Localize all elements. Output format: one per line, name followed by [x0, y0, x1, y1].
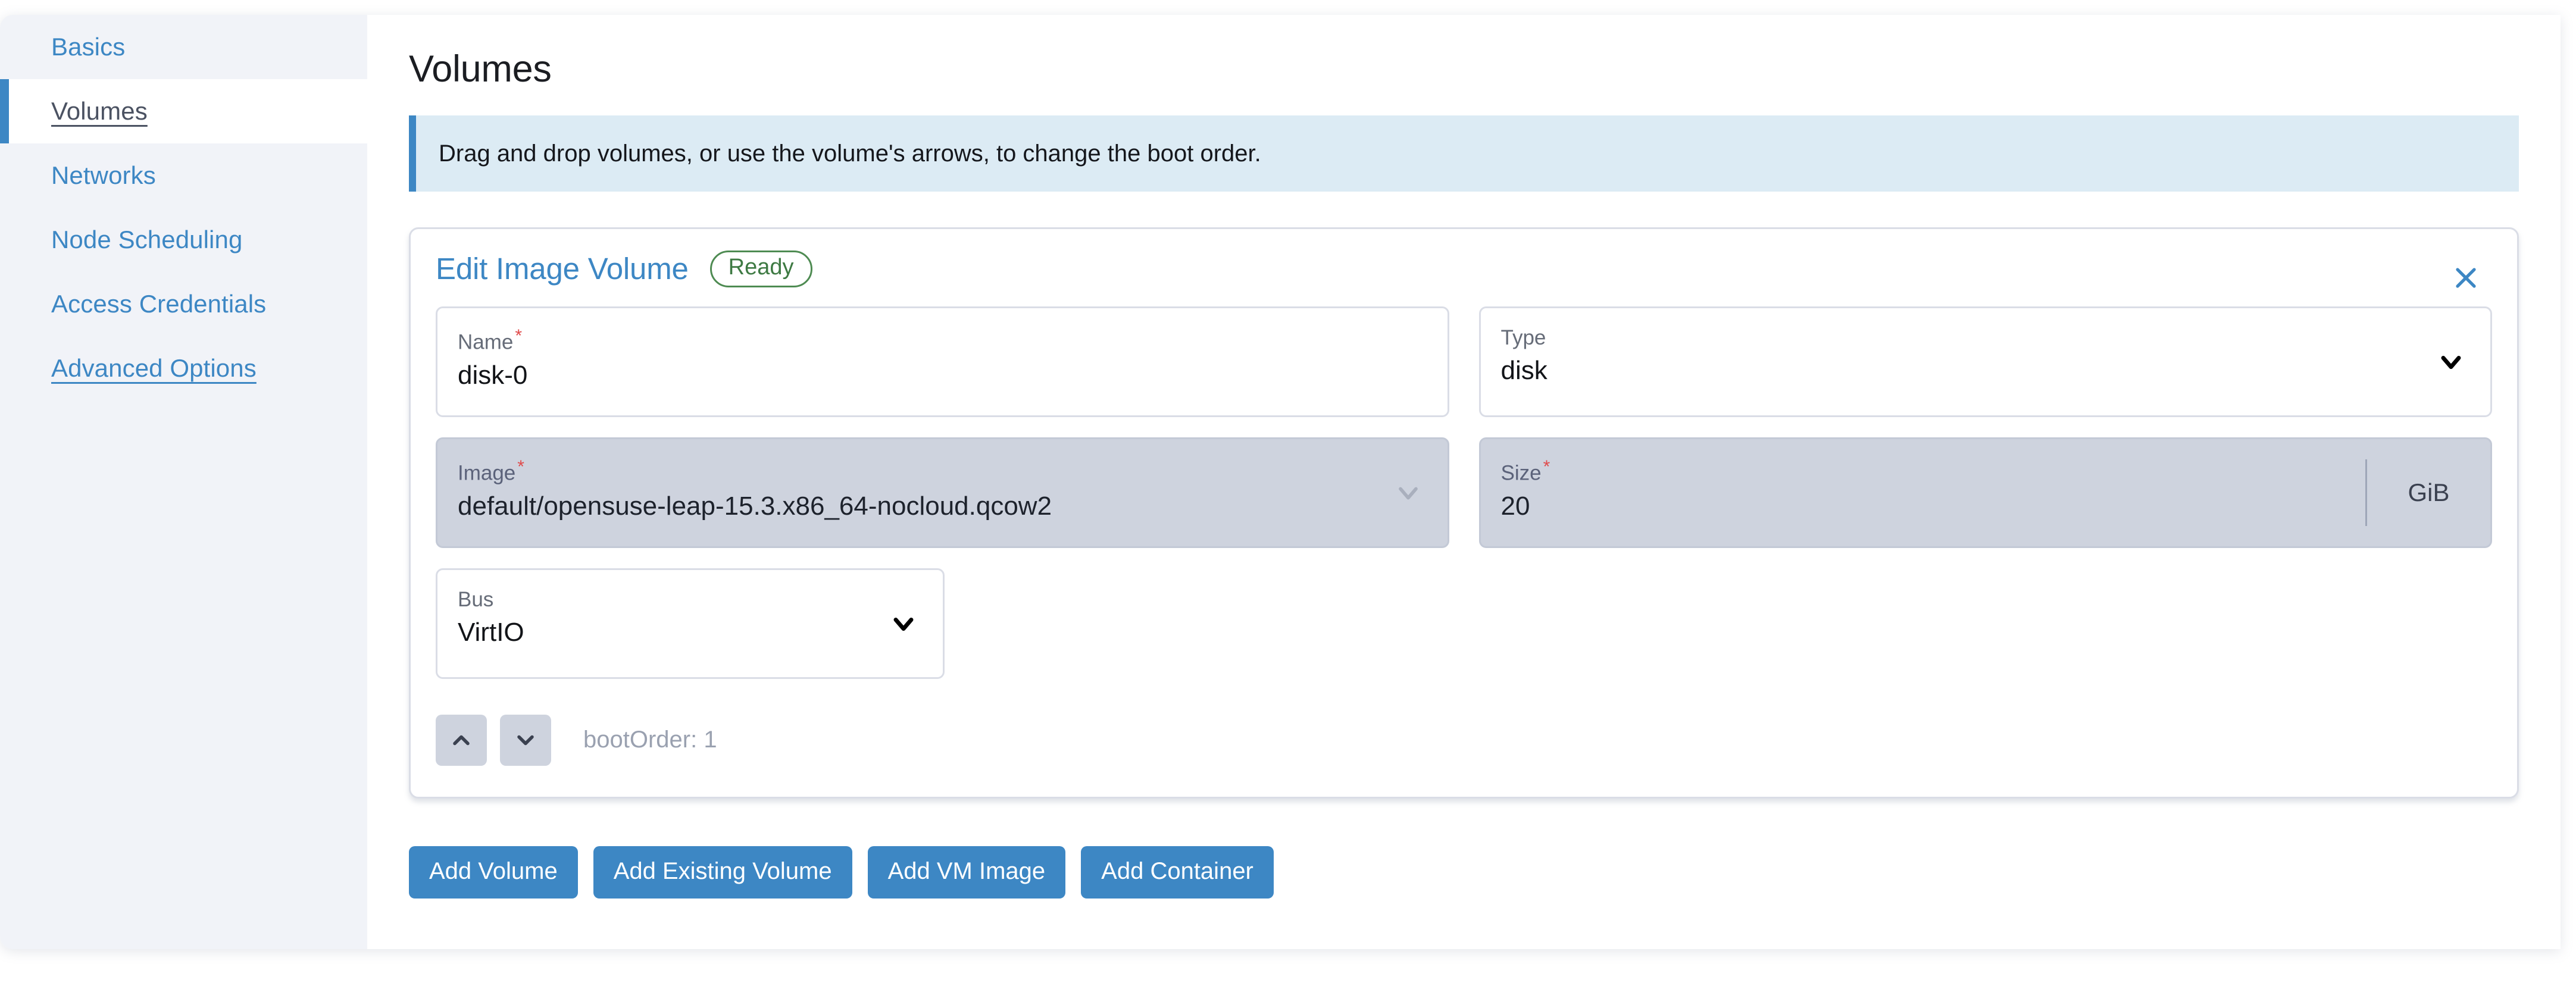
bus-field[interactable]: Bus VirtIO	[436, 568, 945, 679]
info-banner-text: Drag and drop volumes, or use the volume…	[439, 140, 1261, 167]
sidebar-item-label: Access Credentials	[51, 290, 267, 318]
main-content: Volumes Drag and drop volumes, or use th…	[367, 15, 2561, 949]
sidebar-item-label: Advanced Options	[51, 354, 257, 382]
wizard-page: Basics Volumes Networks Node Scheduling …	[0, 15, 2561, 949]
add-vm-image-button[interactable]: Add VM Image	[867, 846, 1066, 899]
form-row-name-type: Name * disk-0 Type disk	[436, 306, 2492, 417]
add-volume-button[interactable]: Add Volume	[409, 846, 578, 899]
add-container-button[interactable]: Add Container	[1081, 846, 1274, 899]
image-field[interactable]: Image * default/opensuse-leap-15.3.x86_64…	[436, 437, 1449, 548]
sidebar-item-advanced-options[interactable]: Advanced Options	[0, 336, 367, 400]
status-badge: Ready	[709, 251, 812, 287]
size-field-wrapper: Size * 20 GiB	[1478, 437, 2492, 548]
size-unit: GiB	[2365, 459, 2490, 526]
type-field-label: Type	[1500, 325, 1546, 349]
form-row-bus: Bus VirtIO	[436, 568, 2492, 679]
image-field-label: Image *	[458, 456, 524, 485]
bus-field-label: Bus	[458, 587, 494, 611]
sidebar-item-label: Volumes	[51, 97, 148, 125]
sidebar-item-networks[interactable]: Networks	[0, 143, 367, 208]
size-field-label: Size *	[1500, 456, 1550, 485]
type-field-value: disk	[1500, 355, 1548, 385]
sidebar-item-volumes[interactable]: Volumes	[0, 79, 367, 143]
size-unit-label: GiB	[2408, 478, 2450, 506]
close-icon[interactable]	[2446, 258, 2486, 298]
info-banner: Drag and drop volumes, or use the volume…	[409, 115, 2519, 192]
move-up-button[interactable]	[436, 714, 487, 766]
action-buttons: Add Volume Add Existing Volume Add VM Im…	[409, 846, 2519, 899]
type-field-wrapper: Type disk	[1478, 306, 2492, 417]
sidebar-item-label: Networks	[51, 161, 156, 189]
name-field[interactable]: Name * disk-0	[436, 306, 1449, 417]
sidebar-item-node-scheduling[interactable]: Node Scheduling	[0, 208, 367, 272]
size-field-value: 20	[1500, 491, 1530, 521]
wizard-sidebar: Basics Volumes Networks Node Scheduling …	[0, 15, 367, 949]
required-marker: *	[515, 325, 523, 346]
form-row-image-size: Image * default/opensuse-leap-15.3.x86_64…	[436, 437, 2492, 548]
boot-order-label: bootOrder: 1	[583, 727, 717, 753]
name-field-label: Name *	[458, 325, 523, 354]
bus-field-wrapper: Bus VirtIO	[436, 568, 945, 679]
required-marker: *	[1543, 456, 1550, 477]
name-field-value: disk-0	[458, 360, 528, 390]
sidebar-item-access-credentials[interactable]: Access Credentials	[0, 272, 367, 336]
page-title: Volumes	[409, 48, 552, 90]
sidebar-item-label: Basics	[51, 33, 126, 61]
image-field-wrapper: Image * default/opensuse-leap-15.3.x86_64…	[436, 437, 1449, 548]
move-down-button[interactable]	[500, 714, 551, 766]
image-field-value: default/opensuse-leap-15.3.x86_64-noclou…	[458, 491, 1052, 521]
required-marker: *	[517, 456, 524, 477]
add-existing-volume-button[interactable]: Add Existing Volume	[593, 846, 852, 899]
boot-order-row: bootOrder: 1	[436, 714, 2492, 766]
sidebar-item-label: Node Scheduling	[51, 226, 243, 253]
type-field[interactable]: Type disk	[1478, 306, 2492, 417]
volume-card-header: Edit Image Volume Ready	[436, 251, 2492, 287]
size-field[interactable]: Size * 20 GiB	[1478, 437, 2492, 548]
name-field-wrapper: Name * disk-0	[436, 306, 1449, 417]
sidebar-item-basics[interactable]: Basics	[0, 15, 367, 79]
volume-card-title: Edit Image Volume	[436, 252, 689, 286]
bus-field-value: VirtIO	[458, 617, 524, 647]
volume-card: Edit Image Volume Ready Name * disk-0 Ty…	[409, 227, 2519, 799]
